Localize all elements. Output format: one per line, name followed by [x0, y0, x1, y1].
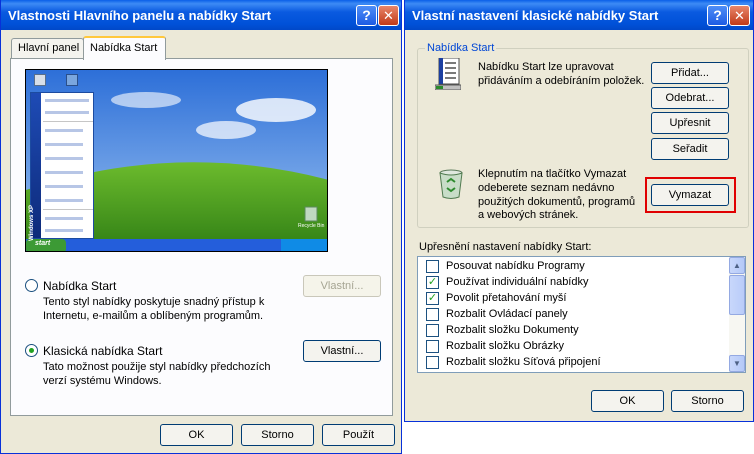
option-start-desc: Tento styl nabídky poskytuje snadný přís…: [43, 296, 265, 308]
tab-panel: start Recycle Bin Windows XP Nabídka Sta…: [10, 58, 393, 416]
customize-classic-start-dialog: Vlastní nastavení klasické nabídky Start…: [404, 0, 754, 422]
option-label: Rozbalit Ovládací panely: [446, 308, 568, 320]
advanced-label: Upřesnění nastavení nabídky Start:: [419, 241, 592, 253]
tab-label: Hlavní panel: [18, 42, 80, 54]
sort-button[interactable]: Seřadit: [651, 138, 729, 160]
mini-sidebar-text: Windows XP: [28, 205, 35, 241]
option-start-label[interactable]: Nabídka Start: [43, 279, 116, 293]
checkbox-expand-pictures[interactable]: [426, 340, 439, 353]
option-classic-label[interactable]: Klasická nabídka Start: [43, 344, 162, 358]
mini-desktop-icon: [66, 74, 78, 86]
option-start-desc: Internetu, e-mailům a oblíbeným programů…: [43, 310, 264, 322]
ok-button[interactable]: OK: [591, 390, 664, 412]
tab-label: Nabídka Start: [90, 42, 158, 54]
tab-start-menu[interactable]: Nabídka Start: [83, 36, 166, 60]
scrollbar[interactable]: ▲ ▼: [729, 257, 745, 372]
option-label: Používat individuální nabídky: [446, 276, 589, 288]
clear-description: odeberete seznam nedávno: [478, 182, 615, 194]
clear-description: Klepnutím na tlačítko Vymazat: [478, 168, 627, 180]
window-title: Vlastnosti Hlavního panelu a nabídky Sta…: [8, 8, 271, 23]
ok-button[interactable]: OK: [160, 424, 233, 446]
apply-button[interactable]: Použít: [322, 424, 395, 446]
list-item[interactable]: ✓ Používat individuální nabídky: [422, 275, 722, 291]
clear-button[interactable]: Vymazat: [651, 184, 729, 206]
mini-start-menu: [30, 92, 94, 239]
radio-start-menu[interactable]: [25, 279, 38, 292]
check-icon[interactable]: ✓: [426, 292, 439, 305]
tab-taskbar[interactable]: Hlavní panel: [11, 38, 84, 58]
mini-desktop-icon: [34, 74, 46, 86]
checkbox-expand-network[interactable]: [426, 356, 439, 369]
option-label: Povolit přetahování myší: [446, 292, 567, 304]
mini-recycle-label: Recycle Bin: [298, 223, 325, 229]
help-icon[interactable]: ?: [707, 5, 728, 26]
list-item[interactable]: Rozbalit složku Obrázky: [422, 339, 722, 355]
option-classic-desc: verzí systému Windows.: [43, 375, 162, 387]
checkbox-expand-control-panel[interactable]: [426, 308, 439, 321]
advanced-options-list[interactable]: Posouvat nabídku Programy ✓ Používat ind…: [417, 256, 746, 373]
help-icon[interactable]: ?: [356, 5, 377, 26]
scroll-up-icon[interactable]: ▲: [729, 257, 745, 274]
scrollbar-thumb[interactable]: [729, 275, 745, 315]
option-label: Rozbalit složku Dokumenty: [446, 324, 579, 336]
list-item[interactable]: ✓ Povolit přetahování myší: [422, 291, 722, 307]
window-title: Vlastní nastavení klasické nabídky Start: [412, 8, 659, 23]
edit-description: přidáváním a odebíráním položek.: [478, 75, 645, 87]
add-button[interactable]: Přidat...: [651, 62, 729, 84]
taskbar-properties-dialog: Vlastnosti Hlavního panelu a nabídky Sta…: [0, 0, 402, 454]
option-label: Rozbalit složku Síťová připojení: [446, 356, 601, 368]
start-menu-preview: start Recycle Bin Windows XP: [25, 69, 328, 252]
edit-description: Nabídku Start lze upravovat: [478, 61, 614, 73]
customize-start-button[interactable]: Vlastní...: [303, 275, 381, 297]
list-item[interactable]: Posouvat nabídku Programy: [422, 259, 722, 275]
cancel-button[interactable]: Storno: [241, 424, 314, 446]
clear-description: a webových stránek.: [478, 209, 579, 221]
list-item[interactable]: Rozbalit Ovládací panely: [422, 307, 722, 323]
mini-start-label: start: [35, 240, 51, 247]
check-icon[interactable]: ✓: [426, 276, 439, 289]
group-title: Nabídka Start: [425, 42, 497, 54]
close-icon[interactable]: ✕: [729, 5, 750, 26]
option-label: Rozbalit složku Obrázky: [446, 340, 564, 352]
list-item[interactable]: Rozbalit složku Dokumenty: [422, 323, 722, 339]
clear-description: použitých dokumentů, programů: [478, 196, 636, 208]
title-bar[interactable]: Vlastní nastavení klasické nabídky Start: [405, 0, 753, 30]
checkbox-expand-documents[interactable]: [426, 324, 439, 337]
advanced-button[interactable]: Upřesnit: [651, 112, 729, 134]
option-classic-desc: Tato možnost použije styl nabídky předch…: [43, 361, 271, 373]
option-label: Posouvat nabídku Programy: [446, 260, 585, 272]
close-icon[interactable]: ✕: [378, 5, 399, 26]
customize-classic-button[interactable]: Vlastní...: [303, 340, 381, 362]
scroll-down-icon[interactable]: ▼: [729, 355, 745, 372]
radio-classic-menu[interactable]: [25, 344, 38, 357]
start-menu-icon: [434, 57, 462, 91]
recycle-bin-icon: [437, 168, 465, 200]
cancel-button[interactable]: Storno: [671, 390, 744, 412]
list-item[interactable]: Rozbalit složku Síťová připojení: [422, 355, 722, 371]
checkbox-scroll-programs[interactable]: [426, 260, 439, 273]
remove-button[interactable]: Odebrat...: [651, 87, 729, 109]
title-bar[interactable]: Vlastnosti Hlavního panelu a nabídky Sta…: [1, 0, 401, 30]
